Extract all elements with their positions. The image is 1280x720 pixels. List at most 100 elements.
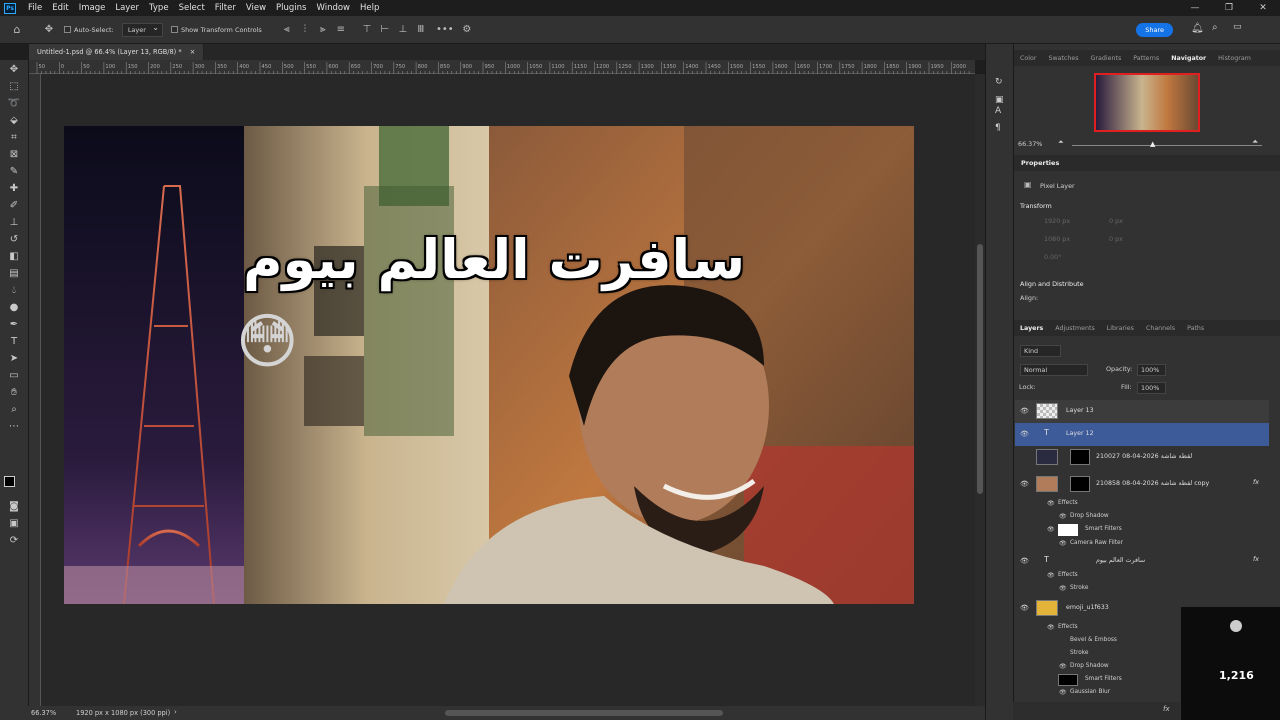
- auto-select-checkbox[interactable]: [64, 26, 71, 33]
- blend-mode-dropdown[interactable]: Normal: [1020, 364, 1089, 376]
- lasso-tool-icon[interactable]: ➰: [7, 97, 21, 111]
- opacity-field[interactable]: 100%: [1137, 364, 1167, 376]
- brush-tool-icon[interactable]: ✐: [7, 199, 21, 213]
- visibility-eye-icon[interactable]: 👁︎: [1020, 430, 1029, 438]
- rectangle-tool-icon[interactable]: ▭: [7, 369, 21, 383]
- visibility-eye-icon[interactable]: 👁︎: [1047, 526, 1055, 533]
- distribute-icon[interactable]: ≡: [334, 23, 348, 37]
- tab-layers[interactable]: Layers: [1014, 325, 1049, 332]
- document-canvas[interactable]: سافرت العالم بيوم 😳: [64, 126, 914, 604]
- tab-color[interactable]: Color: [1014, 55, 1042, 62]
- more-tools-icon[interactable]: ⋯: [7, 420, 21, 434]
- character-icon[interactable]: A: [995, 106, 1001, 116]
- menu-select[interactable]: Select: [174, 3, 210, 13]
- align-center-icon[interactable]: ⫶: [298, 23, 312, 37]
- object-select-icon[interactable]: ⬙: [7, 114, 21, 128]
- dodge-tool-icon[interactable]: ●: [7, 301, 21, 315]
- path-select-icon[interactable]: ➤: [7, 352, 21, 366]
- tab-histogram[interactable]: Histogram: [1212, 55, 1257, 62]
- restore-icon[interactable]: ❐: [1212, 0, 1246, 16]
- align-left-icon[interactable]: ⫷: [280, 23, 294, 37]
- frame-tool-icon[interactable]: ⊠: [7, 148, 21, 162]
- width-field[interactable]: 1920 px: [1044, 217, 1070, 225]
- zoom-tool-icon[interactable]: ⌕: [7, 403, 21, 417]
- angle-field[interactable]: 0.00°: [1044, 253, 1061, 261]
- crop-tool-icon[interactable]: ⌗: [7, 131, 21, 145]
- history-brush-icon[interactable]: ↺: [7, 233, 21, 247]
- minimize-icon[interactable]: —: [1178, 0, 1212, 16]
- tab-gradients[interactable]: Gradients: [1085, 55, 1128, 62]
- tab-swatches[interactable]: Swatches: [1042, 55, 1084, 62]
- status-arrow-icon[interactable]: ›: [174, 708, 177, 716]
- marquee-tool-icon[interactable]: ⬚: [7, 80, 21, 94]
- menu-layer[interactable]: Layer: [110, 3, 144, 13]
- screen-mode-icon[interactable]: ▣: [7, 517, 21, 531]
- x-field[interactable]: 0 px: [1109, 217, 1123, 225]
- transform-label[interactable]: Transform: [1020, 202, 1052, 210]
- fill-field[interactable]: 100%: [1137, 382, 1167, 394]
- tab-patterns[interactable]: Patterns: [1127, 55, 1165, 62]
- tab-channels[interactable]: Channels: [1140, 325, 1181, 332]
- more-options-icon[interactable]: •••: [436, 23, 454, 37]
- vertical-scrollbar[interactable]: [975, 74, 985, 706]
- menu-type[interactable]: Type: [144, 3, 174, 13]
- clone-stamp-icon[interactable]: ⊥: [7, 216, 21, 230]
- visibility-eye-icon[interactable]: 👁︎: [1059, 689, 1067, 696]
- document-tab[interactable]: Untitled-1.psd @ 66.4% (Layer 13, RGB/8)…: [29, 44, 205, 60]
- quick-mask-icon[interactable]: ◙: [7, 500, 21, 514]
- visibility-eye-icon[interactable]: 👁︎: [1047, 500, 1055, 507]
- height-field[interactable]: 1080 px: [1044, 235, 1070, 243]
- add-style-icon[interactable]: fx: [1163, 705, 1170, 713]
- visibility-eye-icon[interactable]: 👁︎: [1047, 624, 1055, 631]
- menu-file[interactable]: File: [23, 3, 47, 13]
- move-tool-icon[interactable]: ✥: [7, 63, 21, 77]
- hand-tool-icon[interactable]: ✋︎: [7, 386, 21, 400]
- align-middle-icon[interactable]: ⊢: [378, 23, 392, 37]
- menu-filter[interactable]: Filter: [210, 3, 241, 13]
- y-field[interactable]: 0 px: [1109, 235, 1123, 243]
- navigator-zoom[interactable]: 66.37%: [1018, 140, 1042, 148]
- eraser-icon[interactable]: ◧: [7, 250, 21, 264]
- zoom-in-icon[interactable]: ⏶: [1252, 137, 1258, 147]
- tab-libraries[interactable]: Libraries: [1101, 325, 1140, 332]
- menu-view[interactable]: View: [241, 3, 271, 13]
- tab-navigator[interactable]: Navigator: [1165, 55, 1212, 62]
- eyedropper-icon[interactable]: ✎: [7, 165, 21, 179]
- zoom-slider-thumb[interactable]: ▲: [1150, 140, 1155, 148]
- visibility-eye-icon[interactable]: 👁︎: [1059, 585, 1067, 592]
- settings-gear-icon[interactable]: ⚙: [460, 23, 474, 37]
- menu-window[interactable]: Window: [311, 3, 355, 13]
- visibility-eye-icon[interactable]: 👁︎: [1020, 557, 1029, 565]
- auto-select-dropdown[interactable]: Layer: [121, 22, 163, 37]
- move-tool-icon[interactable]: ✥: [42, 23, 56, 37]
- effects-row[interactable]: 👁︎ Effects: [1015, 497, 1269, 510]
- effects-row[interactable]: 👁︎ Effects: [1015, 569, 1269, 582]
- navigator-zoom-slider[interactable]: [1072, 145, 1262, 146]
- blur-tool-icon[interactable]: 💧︎: [7, 284, 21, 298]
- visibility-eye-icon[interactable]: 👁︎: [1047, 572, 1055, 579]
- menu-help[interactable]: Help: [355, 3, 384, 13]
- menu-plugins[interactable]: Plugins: [271, 3, 311, 13]
- visibility-eye-icon[interactable]: 👁︎: [1020, 407, 1029, 415]
- menu-edit[interactable]: Edit: [47, 3, 73, 13]
- visibility-eye-icon[interactable]: 👁︎: [1020, 604, 1029, 612]
- healing-brush-icon[interactable]: ✚: [7, 182, 21, 196]
- layer-row-selected[interactable]: 👁︎ T Layer 12: [1015, 423, 1269, 446]
- layer-row[interactable]: 👁︎ لقطة شاشة 2026-04-08 210858 copy fx: [1015, 473, 1269, 496]
- pen-tool-icon[interactable]: ✒: [7, 318, 21, 332]
- visibility-eye-icon[interactable]: 👁︎: [1059, 513, 1067, 520]
- tab-paths[interactable]: Paths: [1181, 325, 1210, 332]
- zoom-out-icon[interactable]: ⏶: [1058, 138, 1064, 147]
- share-button[interactable]: Share: [1136, 23, 1173, 37]
- close-tab-icon[interactable]: ×: [190, 48, 196, 56]
- workspace-icon[interactable]: ▭: [1233, 22, 1242, 32]
- align-right-icon[interactable]: ⫸: [316, 23, 330, 37]
- close-window-icon[interactable]: ✕: [1246, 0, 1280, 16]
- align-distribute-label[interactable]: Align and Distribute: [1020, 280, 1084, 288]
- distribute-vertical-icon[interactable]: Ⅲ: [414, 23, 428, 37]
- visibility-eye-icon[interactable]: 👁︎: [1020, 480, 1029, 488]
- comments-icon[interactable]: ▣: [995, 95, 1004, 105]
- history-icon[interactable]: ↻: [995, 77, 1003, 87]
- menu-image[interactable]: Image: [74, 3, 111, 13]
- align-top-icon[interactable]: ⊤: [360, 23, 374, 37]
